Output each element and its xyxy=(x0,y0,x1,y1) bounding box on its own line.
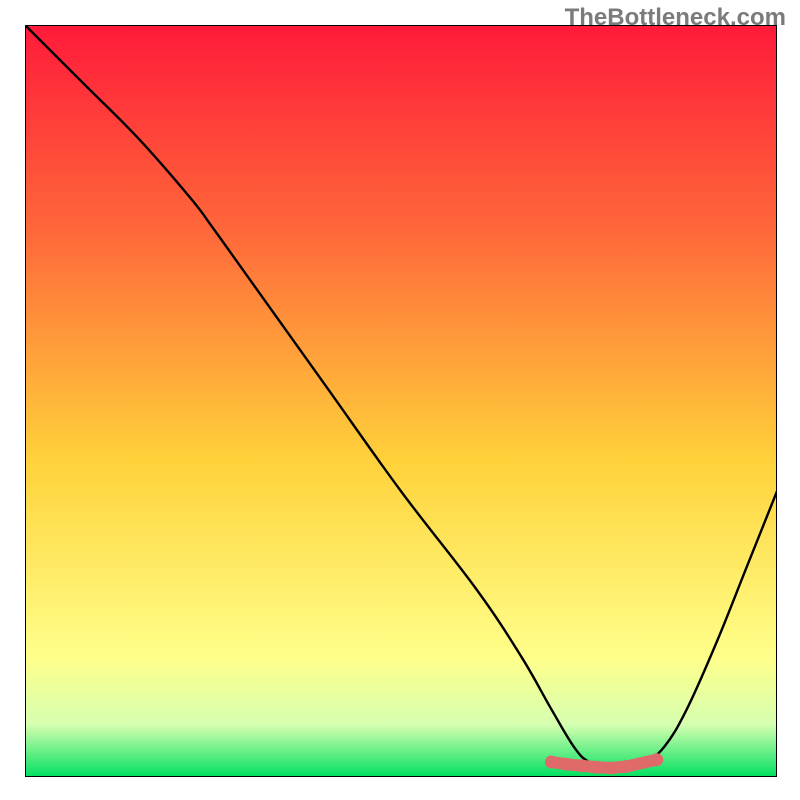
min-marker-dot xyxy=(590,761,603,774)
min-marker-dot xyxy=(560,758,573,771)
min-marker-dot xyxy=(620,760,633,773)
plot-svg xyxy=(25,25,777,777)
min-marker-dot xyxy=(650,753,663,766)
plot-area xyxy=(25,25,777,777)
min-marker-dot xyxy=(575,759,588,772)
chart-container: { "watermark": "TheBottleneck.com", "col… xyxy=(0,0,800,800)
min-marker-dot xyxy=(545,755,558,768)
min-marker-dot xyxy=(605,761,618,774)
